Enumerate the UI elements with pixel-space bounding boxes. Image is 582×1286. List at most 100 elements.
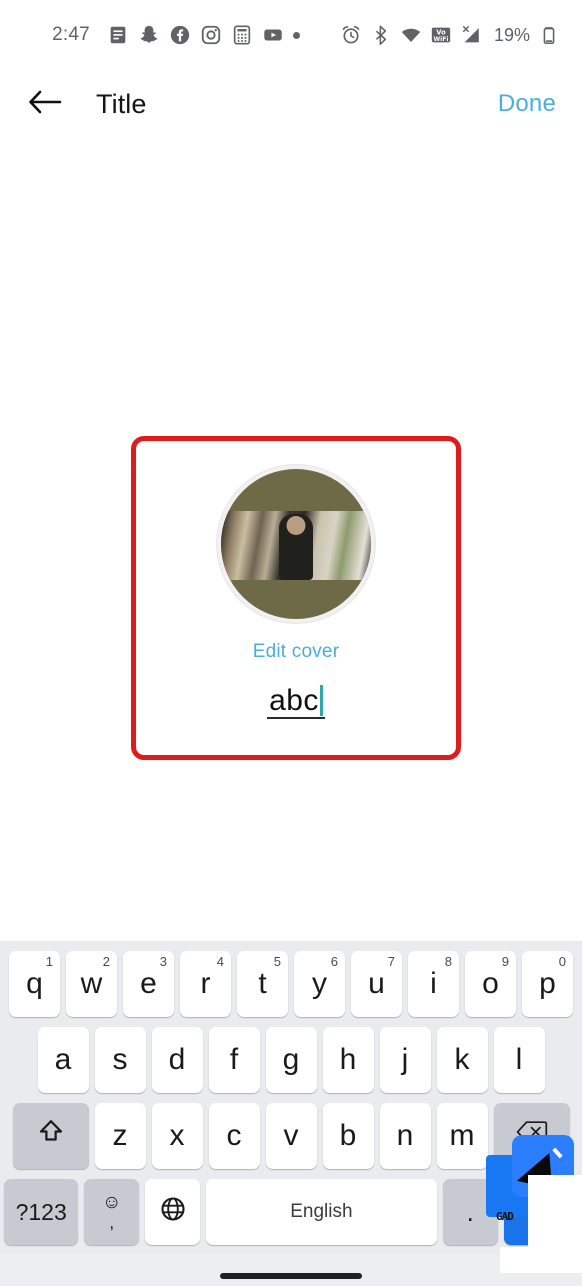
key-p-label: p [539, 967, 556, 1000]
key-r-superscript: 4 [216, 954, 224, 969]
keyboard-row-1: 1q 2w 3e 4r 5t 6y 7u 8i 9o 0p [4, 951, 578, 1017]
key-a[interactable]: a [37, 1027, 89, 1093]
facebook-icon [169, 24, 191, 46]
key-q[interactable]: 1q [9, 951, 60, 1017]
key-u-label: u [368, 967, 385, 1000]
key-q-label: q [26, 967, 43, 1000]
symbols-key[interactable]: ?123 [4, 1179, 79, 1245]
key-u[interactable]: 7u [351, 951, 402, 1017]
done-button[interactable]: Done [498, 90, 556, 118]
calculator-icon [231, 24, 253, 46]
keyboard-row-4: ?123 ☺ , English . [4, 1179, 579, 1245]
key-o[interactable]: 9o [465, 951, 516, 1017]
key-t-label: t [258, 967, 267, 1000]
snapchat-icon [138, 24, 160, 46]
nav-white-occluder [500, 1247, 582, 1273]
instagram-icon [200, 24, 222, 46]
status-bar: 2:47 Vo WiFi 19% [0, 0, 582, 70]
key-y-superscript: 6 [330, 954, 338, 969]
key-l[interactable]: l [493, 1027, 545, 1093]
key-e[interactable]: 3e [123, 951, 174, 1017]
key-t-superscript: 5 [273, 954, 281, 969]
key-p[interactable]: 0p [522, 951, 573, 1017]
shift-key[interactable] [12, 1103, 89, 1169]
key-x[interactable]: x [151, 1103, 203, 1169]
text-caret [319, 685, 323, 716]
key-r-label: r [200, 967, 211, 1000]
arrow-left-icon [28, 88, 62, 121]
key-p-superscript: 0 [558, 954, 566, 969]
phone-screen: 2:47 Vo WiFi 19% Title Done Edit cover a… [0, 0, 582, 1286]
emoji-smiley-icon: ☺ [102, 1192, 122, 1213]
enter-key[interactable] [503, 1179, 579, 1245]
backspace-key[interactable] [493, 1103, 570, 1169]
battery-percent-label: 19% [493, 24, 530, 45]
key-h[interactable]: h [322, 1027, 374, 1093]
key-w-label: w [80, 967, 103, 1000]
key-q-superscript: 1 [45, 954, 53, 969]
language-globe-key[interactable] [145, 1179, 200, 1245]
edit-cover-link[interactable]: Edit cover [253, 641, 339, 663]
key-o-superscript: 9 [501, 954, 509, 969]
svg-text:WiFi: WiFi [433, 36, 448, 43]
key-s[interactable]: s [94, 1027, 146, 1093]
keyboard-row-2: a s d f g h j k l [4, 1027, 578, 1093]
on-screen-keyboard: 1q 2w 3e 4r 5t 6y 7u 8i 9o 0p a s d f g … [0, 941, 582, 1255]
key-y[interactable]: 6y [294, 951, 345, 1017]
page-title: Title [96, 88, 147, 119]
key-u-superscript: 7 [387, 954, 395, 969]
key-i-superscript: 8 [444, 954, 452, 969]
globe-language-icon [159, 1195, 187, 1229]
cover-person-head [286, 515, 306, 535]
key-c[interactable]: c [208, 1103, 260, 1169]
key-d[interactable]: d [151, 1027, 203, 1093]
key-i[interactable]: 8i [408, 951, 459, 1017]
comma-label: , [109, 1213, 115, 1232]
key-z[interactable]: z [94, 1103, 146, 1169]
key-i-label: i [430, 967, 437, 1000]
key-r[interactable]: 4r [180, 951, 231, 1017]
enter-return-icon [526, 1195, 556, 1229]
key-t[interactable]: 5t [237, 951, 288, 1017]
messages-icon [107, 24, 129, 46]
key-w-superscript: 2 [102, 954, 110, 969]
key-j[interactable]: j [379, 1027, 431, 1093]
period-key[interactable]: . [442, 1179, 498, 1245]
key-e-superscript: 3 [159, 954, 167, 969]
name-input-field[interactable]: abc [267, 685, 325, 719]
back-button[interactable] [26, 85, 64, 123]
home-gesture-pill[interactable] [220, 1272, 362, 1279]
key-v[interactable]: v [265, 1103, 317, 1169]
main-content: Edit cover abc [0, 138, 582, 941]
emoji-comma-key[interactable]: ☺ , [84, 1179, 140, 1245]
key-e-label: e [140, 967, 157, 1000]
status-bar-right: Vo WiFi 19% [340, 24, 560, 46]
key-w[interactable]: 2w [66, 951, 117, 1017]
wifi-icon [400, 24, 422, 46]
backspace-icon [516, 1119, 548, 1153]
profile-cover-thumbnail[interactable] [217, 465, 375, 623]
key-n[interactable]: n [379, 1103, 431, 1169]
signal-no-service-icon [460, 24, 482, 46]
highlight-annotation-box: Edit cover abc [131, 436, 461, 760]
youtube-icon [262, 24, 284, 46]
key-b[interactable]: b [322, 1103, 374, 1169]
shift-arrow-icon [36, 1117, 66, 1155]
key-m[interactable]: m [436, 1103, 488, 1169]
key-o-label: o [482, 967, 499, 1000]
bluetooth-icon [370, 24, 392, 46]
app-bar: Title Done [0, 70, 582, 138]
key-k[interactable]: k [436, 1027, 488, 1093]
space-key[interactable]: English [205, 1179, 437, 1245]
gesture-navigation-bar [0, 1247, 582, 1286]
alarm-icon [340, 24, 362, 46]
keyboard-row-3: z x c v b n m [4, 1103, 578, 1169]
key-g[interactable]: g [265, 1027, 317, 1093]
status-clock: 2:47 [52, 24, 90, 45]
vowifi-icon: Vo WiFi [430, 24, 452, 46]
status-bar-left: 2:47 [12, 24, 340, 46]
more-dot-icon [292, 31, 300, 39]
key-y-label: y [312, 967, 327, 1000]
key-f[interactable]: f [208, 1027, 260, 1093]
battery-icon [538, 24, 560, 46]
